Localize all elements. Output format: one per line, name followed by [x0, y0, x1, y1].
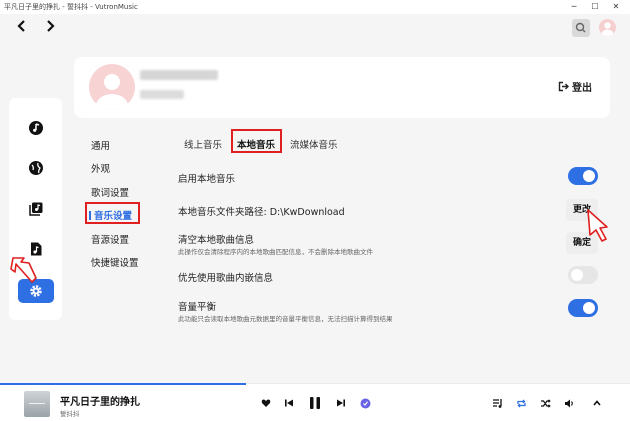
shuffle-icon[interactable] — [538, 396, 552, 410]
lyrics-mode-icon[interactable] — [358, 396, 372, 410]
title-bar: 平凡日子里的挣扎 - 誓抖抖 - VutronMusic ─ ☐ ✕ — [0, 0, 630, 14]
minimize-icon[interactable]: ─ — [566, 1, 582, 13]
profile-sub-blurred — [140, 90, 184, 99]
chevron-up-icon[interactable] — [590, 396, 604, 410]
settings-nav-source[interactable]: 音源设置 — [91, 232, 129, 246]
progress-bar[interactable] — [0, 383, 246, 385]
song-artist[interactable]: 誓抖抖 — [60, 408, 80, 418]
logout-icon — [558, 81, 569, 92]
setting-clear-title: 清空本地歌曲信息 — [178, 235, 255, 246]
album-cover[interactable] — [24, 391, 50, 417]
tab-streaming-music[interactable]: 流媒体音乐 — [290, 137, 338, 151]
playlist-icon[interactable] — [490, 396, 504, 410]
settings-nav-general[interactable]: 通用 — [91, 138, 110, 152]
settings-nav-lyrics[interactable]: 歌词设置 — [91, 185, 129, 199]
sidebar — [9, 98, 62, 320]
chevron-right-icon[interactable] — [42, 20, 58, 36]
chevron-left-icon[interactable] — [14, 20, 30, 36]
search-icon — [575, 22, 586, 33]
toggle-volume-balance[interactable] — [568, 299, 598, 317]
profile-avatar — [89, 64, 135, 110]
setting-volume-title: 音量平衡 — [178, 302, 217, 313]
library-icon[interactable] — [26, 199, 46, 219]
annotation-arrow-icon — [10, 257, 37, 283]
player-bar: 平凡日子里的挣扎 誓抖抖 — [0, 383, 630, 421]
music-note-icon[interactable] — [26, 118, 46, 138]
logout-label: 登出 — [572, 83, 592, 94]
next-icon[interactable] — [334, 396, 348, 410]
heart-icon[interactable] — [259, 396, 273, 410]
window-title: 平凡日子里的挣扎 - 誓抖抖 - VutronMusic — [4, 3, 138, 11]
setting-volume-desc: 此功能只会读取本地歌曲元数据里的音量平衡信息，无法扫描计算得到结果 — [178, 315, 393, 323]
tab-online-music[interactable]: 线上音乐 — [184, 137, 222, 151]
maximize-icon[interactable]: ☐ — [587, 1, 603, 13]
settings-nav-appearance[interactable]: 外观 — [91, 161, 110, 175]
toggle-enable-local[interactable] — [568, 167, 598, 185]
globe-icon[interactable] — [26, 158, 46, 178]
user-avatar[interactable] — [599, 19, 616, 36]
setting-enable-local-title: 启用本地音乐 — [178, 174, 236, 185]
gear-icon — [30, 285, 42, 297]
highlight-box-local-music — [231, 129, 282, 153]
setting-embedded-title: 优先使用歌曲内嵌信息 — [178, 273, 274, 284]
pause-icon[interactable] — [307, 396, 323, 410]
toggle-embedded-info[interactable] — [568, 266, 598, 284]
close-icon[interactable]: ✕ — [608, 1, 624, 13]
volume-icon[interactable] — [562, 396, 576, 410]
annotation-arrow-icon — [587, 209, 608, 242]
highlight-box-music-settings — [85, 202, 140, 224]
profile-card: 登出 — [74, 57, 610, 118]
nav-bar — [0, 14, 630, 42]
previous-icon[interactable] — [282, 396, 296, 410]
logout-button[interactable]: 登出 — [558, 79, 592, 94]
settings-nav-shortcuts[interactable]: 快捷键设置 — [91, 255, 139, 269]
setting-folder-title: 本地音乐文件夹路径: D:\KwDownload — [178, 207, 345, 218]
setting-clear-desc: 此操作仅会清除程序内的本地歌曲匹配信息，不会删除本地歌曲文件 — [178, 248, 373, 256]
search-button[interactable] — [572, 19, 590, 37]
profile-name-blurred — [140, 70, 218, 80]
song-title[interactable]: 平凡日子里的挣扎 — [60, 393, 140, 408]
repeat-icon[interactable] — [514, 396, 528, 410]
